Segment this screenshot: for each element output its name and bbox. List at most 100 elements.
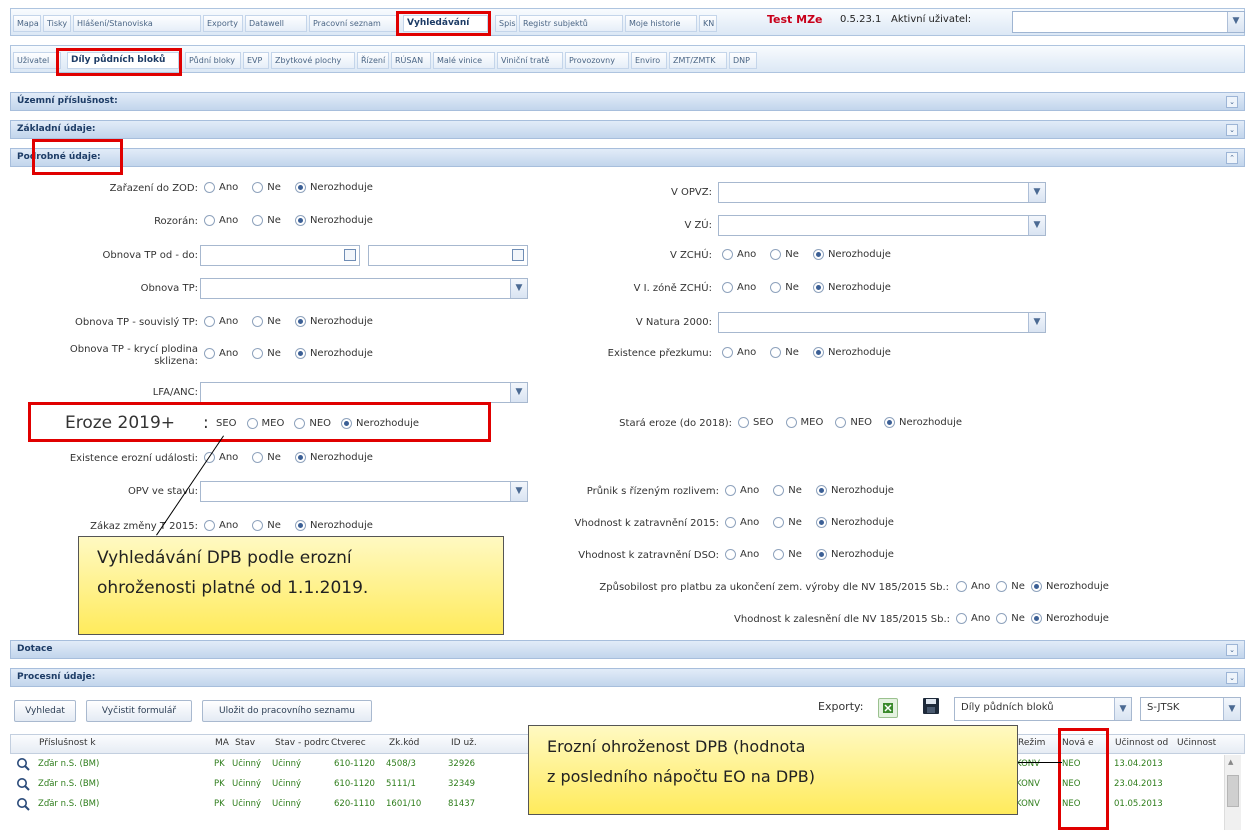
column-header[interactable]: Čtverec <box>331 738 381 748</box>
section-podrobne-udaje[interactable]: Podrobné údaje: ⌃ <box>10 148 1245 167</box>
save-to-list-button[interactable]: Uložit do pracovního seznamu <box>202 700 372 722</box>
crs-select[interactable]: S-JTSK ▼ <box>1140 697 1241 721</box>
subtab-zmt-zmtk[interactable]: ZMT/ZMTK <box>669 52 727 69</box>
tab-datawell[interactable]: Datawell <box>245 15 307 32</box>
radio-meo[interactable]: MEO <box>785 417 823 428</box>
magnifier-icon[interactable] <box>16 777 30 791</box>
tab-kn[interactable]: KN <box>699 15 717 32</box>
radio-ano[interactable]: Ano <box>722 249 756 260</box>
save-disk-icon[interactable] <box>922 697 940 715</box>
column-header[interactable]: MA <box>215 738 233 748</box>
radio-nerozhoduje[interactable]: Nerozhoduje <box>294 316 373 327</box>
subtab-dnp[interactable]: DNP <box>729 52 757 69</box>
opv-select[interactable]: ▼ <box>200 481 528 502</box>
radio-seo[interactable]: SEO <box>738 417 774 428</box>
radio-nerozhoduje[interactable]: Nerozhoduje <box>812 249 891 260</box>
radio-nerozhoduje[interactable]: Nerozhoduje <box>812 347 891 358</box>
calendar-icon[interactable] <box>512 249 524 261</box>
expand-icon[interactable]: ⌄ <box>1226 672 1238 684</box>
lfa-select[interactable]: ▼ <box>200 382 528 403</box>
subtab-pudni-bloky[interactable]: Půdní bloky <box>185 52 241 69</box>
clear-form-button[interactable]: Vyčistit formulář <box>86 700 192 722</box>
active-user-select[interactable]: ▼ <box>1012 11 1245 33</box>
collapse-icon[interactable]: ⌃ <box>1226 152 1238 164</box>
excel-export-icon[interactable] <box>878 698 898 718</box>
tab-hlaseni[interactable]: Hlášení/Stanoviska <box>73 15 201 32</box>
column-header[interactable]: Příslušnost k <box>39 738 119 748</box>
chevron-down-icon[interactable]: ▼ <box>510 482 527 501</box>
subtab-zbytkove-plochy[interactable]: Zbytkové plochy <box>271 52 355 69</box>
expand-icon[interactable]: ⌄ <box>1226 124 1238 136</box>
scroll-up-icon[interactable]: ▲ <box>1228 758 1233 766</box>
expand-icon[interactable]: ⌄ <box>1226 96 1238 108</box>
tab-mapa[interactable]: Mapa <box>13 15 41 32</box>
tab-spis[interactable]: Spis <box>495 15 517 32</box>
section-dotace[interactable]: Dotace ⌄ <box>10 640 1245 659</box>
calendar-icon[interactable] <box>344 249 356 261</box>
subtab-rusan[interactable]: RÚSAN <box>391 52 431 69</box>
natura-select[interactable]: ▼ <box>718 312 1046 333</box>
tab-tisky[interactable]: Tisky <box>43 15 71 32</box>
radio-ne[interactable]: Ne <box>252 182 281 193</box>
section-uzemni-prislusnost[interactable]: Územní příslušnost: ⌄ <box>10 92 1245 111</box>
radio-ne[interactable]: Ne <box>252 452 281 463</box>
radio-nerozhoduje[interactable]: Nerozhoduje <box>294 182 373 193</box>
radio-ano[interactable]: Ano <box>204 316 238 327</box>
radio-ne[interactable]: Ne <box>770 249 799 260</box>
radio-ne[interactable]: Ne <box>996 581 1025 592</box>
expand-icon[interactable]: ⌄ <box>1226 644 1238 656</box>
radio-ne[interactable]: Ne <box>770 347 799 358</box>
radio-ano[interactable]: Ano <box>722 282 756 293</box>
column-header[interactable]: Zk.kód <box>389 738 439 748</box>
column-header[interactable]: Stav <box>235 738 265 748</box>
radio-nerozhoduje[interactable]: Nerozhoduje <box>815 549 894 560</box>
chevron-down-icon[interactable]: ▼ <box>1028 216 1045 235</box>
radio-ano[interactable]: Ano <box>204 520 238 531</box>
radio-ano[interactable]: Ano <box>956 581 990 592</box>
chevron-down-icon[interactable]: ▼ <box>510 279 527 298</box>
radio-nerozhoduje[interactable]: Nerozhoduje <box>294 520 373 531</box>
radio-ne[interactable]: Ne <box>252 316 281 327</box>
radio-ne[interactable]: Ne <box>773 485 802 496</box>
subtab-enviro[interactable]: Enviro <box>631 52 667 69</box>
radio-ne[interactable]: Ne <box>773 549 802 560</box>
radio-neo[interactable]: NEO <box>835 417 872 428</box>
obnova-tp-select[interactable]: ▼ <box>200 278 528 299</box>
radio-ne[interactable]: Ne <box>996 613 1025 624</box>
radio-nerozhoduje[interactable]: Nerozhoduje <box>294 215 373 226</box>
radio-ano[interactable]: Ano <box>725 517 759 528</box>
export-type-select[interactable]: Díly půdních bloků ▼ <box>954 697 1132 721</box>
radio-ano[interactable]: Ano <box>722 347 756 358</box>
opvz-select[interactable]: ▼ <box>718 182 1046 203</box>
table-scrollbar[interactable]: ▲ <box>1224 755 1241 830</box>
radio-nerozhoduje[interactable]: Nerozhoduje <box>884 417 962 428</box>
chevron-down-icon[interactable]: ▼ <box>1028 183 1045 202</box>
radio-nerozhoduje[interactable]: Nerozhoduje <box>294 452 373 463</box>
tab-pracovni-seznam[interactable]: Pracovní seznam <box>309 15 399 32</box>
subtab-evp[interactable]: EVP <box>243 52 269 69</box>
chevron-down-icon[interactable]: ▼ <box>510 383 527 402</box>
magnifier-icon[interactable] <box>16 797 30 811</box>
subtab-uzivatel[interactable]: Uživatel <box>13 52 61 69</box>
radio-ne[interactable]: Ne <box>770 282 799 293</box>
subtab-male-vinice[interactable]: Malé vinice <box>433 52 495 69</box>
chevron-down-icon[interactable]: ▼ <box>1227 12 1244 32</box>
date-from-input[interactable] <box>200 245 360 266</box>
radio-nerozhoduje[interactable]: Nerozhoduje <box>815 517 894 528</box>
radio-ano[interactable]: Ano <box>204 215 238 226</box>
zu-select[interactable]: ▼ <box>718 215 1046 236</box>
subtab-vinicni-trate[interactable]: Viniční tratě <box>497 52 563 69</box>
radio-ano[interactable]: Ano <box>204 348 238 359</box>
radio-ano[interactable]: Ano <box>725 549 759 560</box>
tab-registr-subjektu[interactable]: Registr subjektů <box>519 15 623 32</box>
radio-ne[interactable]: Ne <box>773 517 802 528</box>
radio-nerozhoduje[interactable]: Nerozhoduje <box>815 485 894 496</box>
date-to-input[interactable] <box>368 245 528 266</box>
radio-ano[interactable]: Ano <box>725 485 759 496</box>
radio-nerozhoduje[interactable]: Nerozhoduje <box>294 348 373 359</box>
tab-moje-historie[interactable]: Moje historie <box>625 15 697 32</box>
subtab-rizeni[interactable]: Řízení <box>357 52 389 69</box>
column-header[interactable]: Účinnost <box>1177 738 1237 748</box>
radio-ano[interactable]: Ano <box>956 613 990 624</box>
section-procesni-udaje[interactable]: Procesní údaje: ⌄ <box>10 668 1245 687</box>
